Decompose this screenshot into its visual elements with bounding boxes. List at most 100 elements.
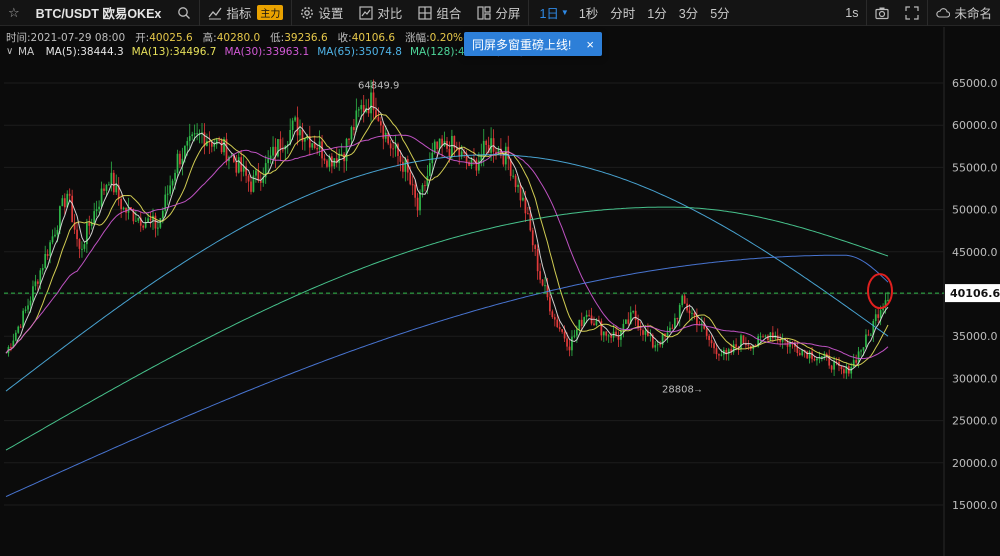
search-button[interactable] — [169, 0, 199, 26]
period-selector: 1日 ▼ 1秒 分时 1分 3分 5分 — [529, 3, 735, 22]
candle-body — [867, 334, 870, 336]
candle-body — [566, 338, 568, 347]
open-label: 开: — [135, 32, 150, 44]
open-value: 40025.6 — [149, 32, 193, 44]
compare-button[interactable]: 对比 — [351, 0, 410, 26]
candle-body — [482, 140, 485, 156]
candle-body — [17, 326, 20, 333]
period-timeshare[interactable]: 分时 — [604, 3, 641, 22]
candle-body — [402, 161, 404, 172]
candle-body — [644, 330, 647, 335]
settings-button[interactable]: 设置 — [292, 0, 351, 26]
candle-body — [759, 336, 762, 338]
candle-body — [294, 117, 296, 121]
candle-body — [843, 369, 845, 374]
indicator-label: 指标 — [226, 7, 252, 21]
candle-body — [237, 157, 240, 173]
screenshot-button[interactable] — [867, 0, 897, 26]
period-5m[interactable]: 5分 — [704, 3, 735, 22]
compare-icon — [359, 5, 373, 20]
ma-legend-item: MA(30):33963.1 — [224, 46, 310, 58]
last-price-label: 40106.6 — [950, 287, 1000, 300]
candle-body — [272, 146, 274, 156]
candle-body — [519, 184, 522, 201]
candle-body — [34, 281, 37, 287]
announcement-toast[interactable]: 同屏多窗重磅上线! × — [464, 32, 602, 56]
chevron-down-icon[interactable]: ▼ — [561, 8, 569, 17]
candle-body — [671, 327, 674, 329]
cloud-layout-button[interactable]: 未命名 — [928, 0, 1000, 26]
candle-body — [874, 314, 877, 322]
candle-body — [218, 139, 221, 141]
price-tick-label: 50000.0 — [952, 204, 998, 217]
candle-body — [281, 149, 284, 151]
candle-body — [98, 206, 100, 210]
price-chart[interactable]: 65000.060000.055000.050000.045000.040000… — [0, 27, 1000, 556]
candle-body — [431, 152, 434, 164]
candle-body — [879, 310, 882, 318]
candle-body — [887, 299, 889, 301]
candle-body — [296, 117, 299, 136]
candle-body — [688, 310, 691, 314]
fullscreen-button[interactable] — [897, 0, 927, 26]
candle-body — [526, 213, 529, 215]
candle-body — [362, 105, 365, 113]
candle-body — [811, 351, 813, 360]
candle-body — [624, 319, 627, 324]
candle-body — [88, 222, 91, 226]
camera-icon — [875, 7, 890, 19]
price-tick-label: 30000.0 — [952, 372, 998, 385]
period-1m[interactable]: 1分 — [641, 3, 672, 22]
candle-body — [705, 328, 708, 336]
candle-body — [627, 319, 630, 324]
candle-body — [299, 129, 301, 136]
indicator-button[interactable]: 指标 主力 — [200, 0, 291, 26]
candle-body — [63, 198, 66, 208]
candle-body — [458, 148, 461, 157]
cloud-icon — [936, 7, 951, 18]
candle-body — [56, 229, 59, 235]
candle-body — [593, 323, 595, 326]
candle-body — [215, 139, 218, 145]
candle-body — [350, 127, 353, 140]
candle-body — [634, 310, 637, 321]
candle-body — [865, 334, 867, 348]
ma-legend-item: MA(128):44 — [409, 46, 472, 58]
chart-background — [0, 27, 1000, 556]
price-tick-label: 25000.0 — [952, 415, 998, 428]
combo-button[interactable]: 组合 — [410, 0, 469, 26]
close-value: 40106.6 — [351, 32, 396, 44]
candle-body — [470, 159, 473, 166]
period-3m[interactable]: 3分 — [673, 3, 704, 22]
candle-body — [134, 220, 137, 222]
candle-body — [414, 184, 417, 198]
candle-body — [76, 229, 78, 240]
split-screen-button[interactable]: 分屏 — [469, 0, 528, 26]
candle-body — [316, 148, 319, 150]
favorite-star-button[interactable]: ☆ — [0, 0, 28, 26]
candle-body — [304, 138, 306, 142]
candle-body — [259, 180, 262, 183]
close-icon[interactable]: × — [586, 37, 594, 52]
candle-body — [605, 331, 608, 336]
period-1s[interactable]: 1秒 — [573, 3, 604, 22]
candle-body — [389, 143, 392, 149]
candle-body — [409, 172, 412, 185]
candle-body — [713, 343, 715, 349]
candle-body — [220, 140, 223, 153]
candle-body — [142, 225, 145, 228]
candle-body — [830, 365, 833, 370]
candle-body — [81, 248, 83, 250]
candle-body — [71, 195, 74, 223]
candle-body — [196, 133, 198, 135]
symbol-selector[interactable]: BTC/USDT 欧易OKEx — [28, 0, 170, 26]
candle-body — [602, 331, 605, 336]
candle-body — [852, 360, 855, 367]
collapse-chevron-icon[interactable]: ∨ — [6, 46, 13, 57]
candle-body — [193, 133, 196, 135]
interval-button[interactable]: 1s — [837, 0, 866, 26]
candle-body — [179, 153, 181, 165]
candle-body — [110, 172, 113, 185]
symbol-label: BTC/USDT 欧易OKEx — [35, 7, 162, 21]
compare-label: 对比 — [377, 7, 403, 21]
